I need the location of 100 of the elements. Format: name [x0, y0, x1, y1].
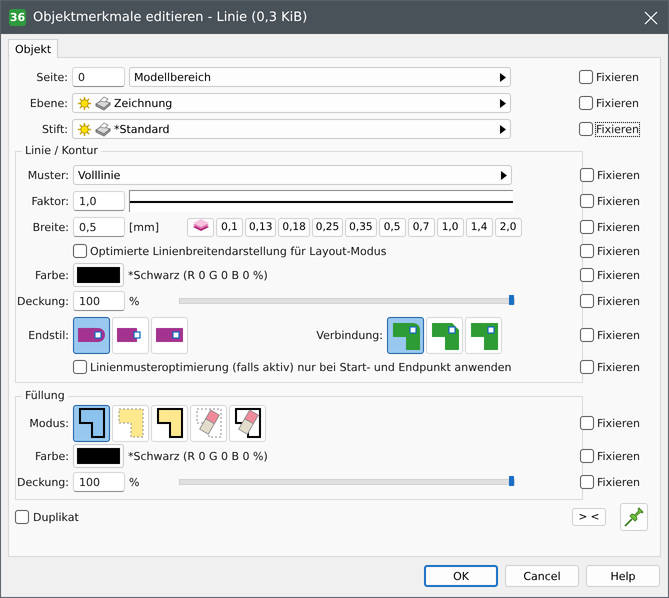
slider-thumb[interactable] [509, 295, 514, 305]
checkbox[interactable] [580, 328, 594, 342]
unit-label: % [129, 476, 140, 488]
checkbox-label[interactable]: Fixieren [597, 450, 640, 462]
sun-icon [77, 96, 92, 110]
checkbox-label[interactable]: Duplikat [33, 510, 79, 524]
checkbox-label[interactable]: Fixieren [597, 244, 640, 258]
width-preset-button[interactable]: 1,0 [436, 218, 464, 236]
checkbox-label[interactable]: Fixieren [597, 220, 640, 234]
close-button[interactable] [642, 8, 660, 26]
checkbox-label[interactable]: Fixieren [597, 476, 640, 488]
join-style-button[interactable] [387, 316, 424, 354]
pin-button[interactable] [620, 503, 648, 531]
checkbox[interactable] [579, 96, 593, 110]
checkbox-label[interactable]: Fixieren [597, 416, 640, 430]
field-label: Breite: [32, 220, 69, 234]
group-title: Linie / Kontur [22, 144, 101, 157]
width-preset-button[interactable]: 0,18 [278, 218, 310, 236]
slider-track[interactable] [179, 298, 516, 304]
field-label: Farbe: [34, 268, 69, 282]
width-preset-button[interactable]: 1,4 [466, 218, 493, 236]
checkbox[interactable] [579, 122, 593, 136]
checkbox-label[interactable]: Fixieren [597, 168, 640, 182]
checkbox[interactable] [580, 220, 594, 234]
slider-thumb[interactable] [509, 476, 514, 486]
caret-icon [500, 124, 506, 134]
compare-button[interactable]: > < [572, 508, 606, 526]
group-title: Füllung [22, 389, 68, 402]
field-label: Farbe: [34, 450, 69, 462]
width-preset-button[interactable]: 0,35 [345, 218, 377, 236]
tab[interactable]: Objekt [8, 39, 58, 58]
caret-icon [500, 98, 506, 108]
checkbox-label[interactable]: Fixieren [597, 194, 640, 208]
width-preset-button[interactable]: 0,5 [378, 218, 406, 236]
dropdown[interactable]: Volllinie [73, 165, 512, 185]
checkbox[interactable] [579, 70, 593, 84]
field-label: Deckung: [16, 294, 69, 308]
field-label: Seite: [35, 70, 68, 84]
checkbox-label[interactable]: Fixieren [597, 360, 640, 374]
caret-icon [501, 170, 507, 180]
checkbox[interactable] [15, 510, 29, 524]
dropdown[interactable]: Zeichnung [72, 93, 511, 113]
checkbox-label[interactable]: Fixieren [597, 268, 640, 282]
opacity-field[interactable]: 100 [73, 472, 125, 492]
sun-icon [77, 122, 92, 136]
width-preset-button[interactable]: 0,13 [245, 218, 276, 236]
slider-track[interactable] [179, 479, 516, 485]
dropdown[interactable]: Modellbereich [129, 67, 511, 87]
width-preset-button[interactable]: 0,25 [312, 218, 344, 236]
dialog-button[interactable]: Cancel [505, 565, 579, 587]
checkbox[interactable] [580, 294, 594, 308]
printer-icon [95, 96, 111, 110]
checkbox[interactable] [580, 244, 594, 258]
checkbox[interactable] [73, 244, 87, 258]
dialog-button[interactable]: OK [424, 565, 498, 587]
width-preset-button[interactable]: 0,1 [216, 218, 243, 236]
field-label: Deckung: [16, 476, 69, 488]
field-label: Stift: [40, 122, 68, 136]
width-field[interactable]: 0,5 [73, 217, 125, 237]
checkbox[interactable] [580, 475, 594, 489]
width-preset-button[interactable]: 0,7 [408, 218, 435, 236]
checkbox[interactable] [580, 268, 594, 282]
fill-mode-button[interactable] [73, 404, 110, 442]
checkbox[interactable] [580, 194, 594, 208]
pen-width-button[interactable] [187, 218, 214, 236]
window-title: Objektmerkmale editieren - Linie (0,3 KiB) [33, 10, 308, 25]
caret-icon [500, 72, 506, 82]
checkbox-label[interactable]: Fixieren [596, 70, 639, 84]
checkbox-label[interactable]: Fixieren [597, 328, 640, 342]
field-label: Endstil: [27, 328, 69, 342]
checkbox-label[interactable]: Optimierte Linienbreitendarstellung für Layout-Modus [90, 244, 386, 258]
end-style-button[interactable] [73, 316, 110, 354]
checkbox-label[interactable]: Fixieren [597, 294, 640, 308]
unit-label: [mm] [129, 220, 160, 234]
field-label: Verbindung: [316, 328, 383, 342]
checkbox-label[interactable]: Fixieren [596, 96, 639, 110]
field-label: Ebene: [28, 96, 68, 110]
checkbox[interactable] [580, 168, 594, 182]
width-preset-button[interactable]: 2,0 [494, 218, 522, 236]
dialog-button[interactable]: Help [586, 565, 660, 587]
color-button[interactable] [73, 444, 124, 468]
printer-icon [95, 122, 111, 136]
unit-label: % [129, 294, 140, 308]
app-logo: 36 [9, 9, 26, 26]
checkbox[interactable] [580, 449, 594, 463]
opacity-field[interactable]: 100 [73, 291, 125, 311]
checkbox[interactable] [580, 416, 594, 430]
checkbox[interactable] [73, 360, 87, 374]
color-button[interactable] [73, 263, 124, 287]
field-label: Modus: [28, 416, 69, 430]
layers-icon [192, 219, 210, 232]
field-label: Faktor: [30, 194, 69, 208]
checkbox-label[interactable]: Linienmusteroptimierung (falls aktiv) nur bei Start- und Endpunkt anwenden [90, 360, 512, 374]
factor-field[interactable]: 1,0 [73, 191, 125, 211]
field-label: Muster: [26, 168, 69, 182]
page-number-field[interactable]: 0 [72, 67, 125, 87]
color-name: *Schwarz (R 0 G 0 B 0 %) [128, 268, 268, 282]
dropdown[interactable]: *Standard [72, 119, 511, 139]
checkbox[interactable] [580, 360, 594, 374]
checkbox-label[interactable]: Fixieren [596, 122, 639, 136]
